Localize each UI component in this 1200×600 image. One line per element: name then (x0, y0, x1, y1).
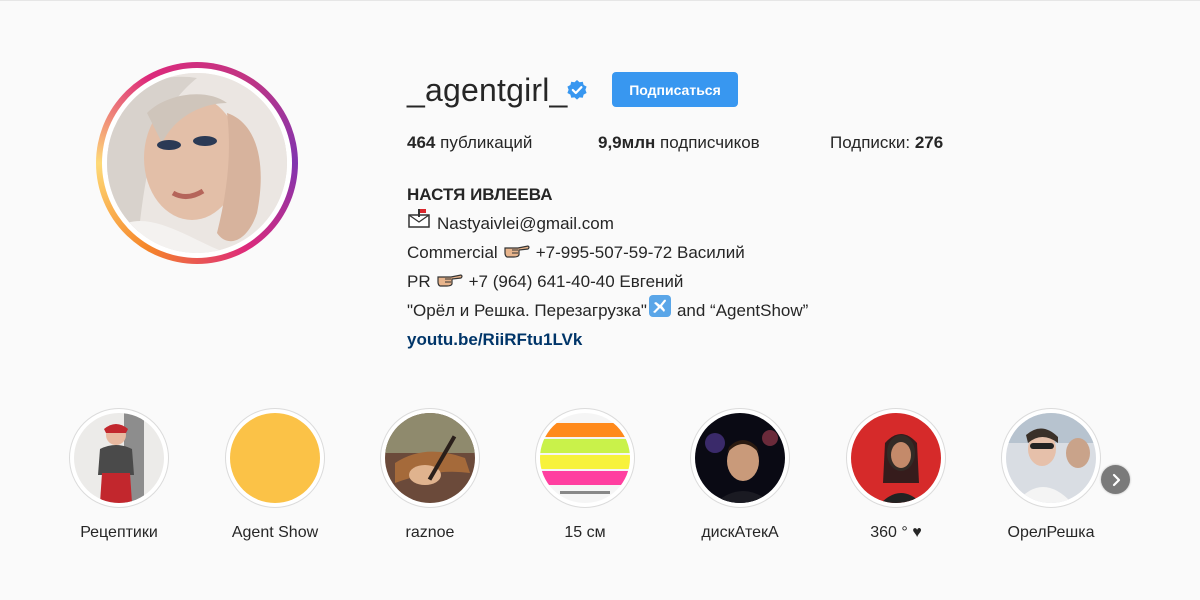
highlight-cover (1006, 413, 1096, 503)
following-label: Подписки: (830, 133, 911, 152)
posts-label: публикаций (440, 133, 533, 152)
show-text-right: and “AgentShow” (676, 301, 809, 320)
posts-stat: 464 публикаций (407, 133, 532, 153)
highlight-cover (230, 413, 320, 503)
mailbox-icon (407, 208, 433, 239)
commercial-contact: +7-995-507-59-72 Василий (535, 243, 745, 262)
follow-button[interactable]: Подписаться (612, 72, 738, 107)
highlights-next-button[interactable] (1101, 465, 1130, 494)
profile-bio: НАСТЯ ИВЛЕЕВА Nastyaivlei@gmail.com Comm… (407, 180, 808, 354)
highlight-label: raznoe (405, 524, 455, 541)
followers-label: подписчиков (660, 133, 760, 152)
verified-badge-icon (566, 79, 588, 101)
email-text: Nastyaivlei@gmail.com (437, 214, 614, 233)
profile-avatar[interactable] (96, 62, 298, 264)
following-count: 276 (914, 133, 944, 152)
bio-link[interactable]: youtu.be/RiiRFtu1LVk (407, 325, 582, 354)
highlight-label: Рецептики (80, 524, 158, 541)
highlight-label: Agent Show (231, 524, 319, 541)
pointing-hand-icon (504, 238, 530, 267)
highlight-cover (540, 413, 630, 503)
pointing-hand-icon (437, 267, 463, 296)
highlight-cover (74, 413, 164, 503)
highlight-cover (385, 413, 475, 503)
full-name: НАСТЯ ИВЛЕЕВА (407, 185, 553, 204)
highlight-label: 360 ° ♥ (870, 524, 922, 541)
highlight-cover (851, 413, 941, 503)
show-text-left: "Орёл и Решка. Перезагрузка" (407, 301, 647, 320)
avatar-photo (107, 73, 287, 253)
airplane-icon (648, 294, 672, 327)
chevron-right-icon (1112, 473, 1120, 486)
followers-count: 9,9млн (598, 133, 656, 152)
profile-username: _agentgirl_ (407, 72, 568, 108)
top-divider (0, 0, 1200, 1)
following-stat[interactable]: Подписки: 276 (830, 133, 943, 153)
posts-count: 464 (407, 133, 436, 152)
highlight-cover (695, 413, 785, 503)
followers-stat[interactable]: 9,9млн подписчиков (598, 133, 760, 153)
pr-contact: +7 (964) 641-40-40 Евгений (468, 272, 684, 291)
pr-prefix: PR (407, 272, 431, 291)
highlight-label: 15 см (564, 524, 606, 541)
highlight-label: ОрелРешка (1007, 524, 1095, 541)
highlight-label: дискАтекА (701, 524, 779, 541)
commercial-prefix: Commercial (407, 243, 498, 262)
